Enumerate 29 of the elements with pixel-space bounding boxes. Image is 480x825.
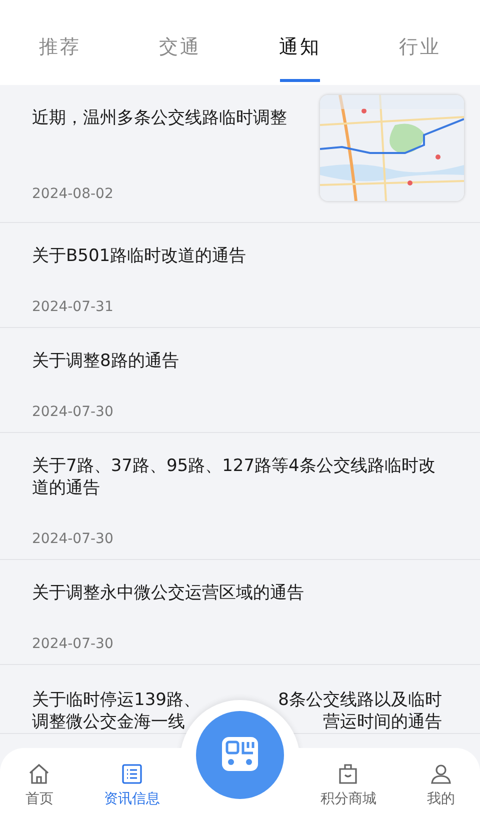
news-item[interactable]: 关于7路、37路、95路、127路等4条公交线路临时改道的通告 2024-07-30 [0, 433, 480, 560]
news-title: 关于调整永中微公交运营区域的通告 [32, 582, 305, 604]
news-title: 调整微公交金海一线 [32, 711, 185, 733]
news-title: 营运时间的通告 [323, 711, 442, 733]
home-icon [27, 762, 52, 786]
news-date: 2024-07-30 [32, 635, 114, 654]
category-tab[interactable]: 行业 [360, 25, 480, 85]
category-tab[interactable]: 推荐 [0, 25, 120, 85]
news-date: 2024-07-30 [32, 530, 114, 549]
news-title: 近期，温州多条公交线路临时调整 [32, 107, 288, 129]
nav-tab[interactable]: 资讯信息 [98, 748, 166, 825]
nav-tab[interactable]: 首页 [19, 748, 60, 825]
news-date: 2024-07-30 [32, 403, 114, 422]
news-title: 关于调整8路的通告 [32, 350, 180, 372]
news-item[interactable]: 近期，温州多条公交线路临时调整 2024-08-02 [0, 85, 480, 223]
user-icon [428, 762, 453, 786]
news-title: 关于临时停运139路、 [32, 689, 200, 711]
nav-tab[interactable]: 我的 [420, 748, 461, 825]
news-title: 关于7路、37路、95路、127路等4条公交线路临时改道的通告 [32, 455, 436, 499]
news-date: 2024-08-02 [32, 185, 114, 204]
news-date: 2024-07-31 [32, 298, 114, 317]
news-title: 关于B501路临时改道的通告 [32, 245, 248, 267]
list-icon [120, 762, 144, 786]
news-item[interactable]: 关于B501路临时改道的通告 2024-07-31 [0, 223, 480, 328]
category-tab[interactable]: 交通 [120, 25, 240, 85]
news-item[interactable]: 关于调整永中微公交运营区域的通告 2024-07-30 [0, 560, 480, 665]
news-title: 8条公交线路以及临时 [278, 689, 442, 711]
news-item[interactable]: 关于调整8路的通告 2024-07-30 [0, 328, 480, 433]
nav-tab[interactable]: 积分商城 [314, 748, 382, 825]
